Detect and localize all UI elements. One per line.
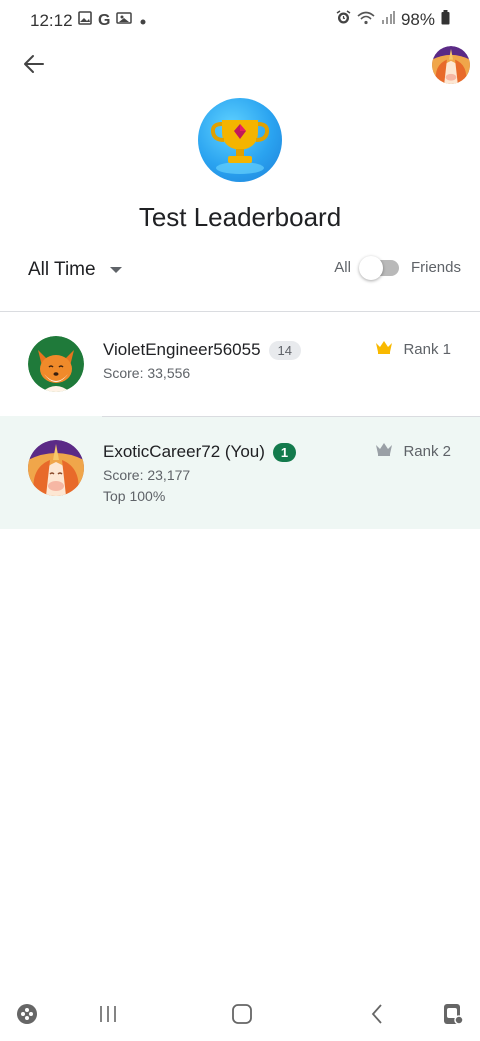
player-top-percent: Top 100% (103, 488, 166, 504)
crown-grey-icon (375, 442, 393, 461)
back-icon (370, 1003, 384, 1030)
friends-filter: All Friends (334, 255, 461, 280)
trophy-icon (198, 120, 282, 182)
player-name: VioletEngineer56055 (103, 340, 261, 359)
status-time: 12:12 (30, 11, 73, 30)
rank-label: Rank 2 (403, 443, 451, 460)
game-launcher-button[interactable] (12, 1001, 42, 1031)
gallery-icon (116, 11, 134, 30)
rank-label: Rank 1 (403, 341, 451, 358)
image-icon (78, 11, 92, 30)
signal-icon (381, 10, 395, 30)
toggle-label-friends: Friends (410, 259, 461, 276)
player-avatar (28, 440, 84, 496)
game-booster-icon (441, 1002, 465, 1031)
alarm-icon (336, 10, 351, 30)
player-name-line: VioletEngineer56055 14 (103, 340, 302, 360)
google-icon: G (98, 11, 111, 29)
page-title: Test Leaderboard (138, 202, 342, 232)
arrow-left-icon (23, 53, 45, 80)
unicorn-avatar-icon (28, 440, 84, 496)
player-avatar (28, 336, 84, 392)
player-level-badge: 14 (268, 340, 302, 360)
toggle-knob (358, 255, 383, 280)
toggle-label-all: All (334, 259, 351, 276)
unicorn-avatar-icon (432, 46, 470, 84)
back-button[interactable] (18, 50, 50, 82)
fox-avatar-icon (28, 336, 84, 392)
leaderboard-row-current-user[interactable]: ExoticCareer72 (You) 1 Score: 23,177 Top… (0, 416, 480, 529)
game-booster-button[interactable] (438, 1001, 468, 1031)
dot-icon (140, 12, 146, 30)
nav-back-button[interactable] (362, 1001, 392, 1031)
player-name: ExoticCareer72 (You) (103, 442, 265, 461)
player-rank: Rank 1 (375, 340, 451, 359)
system-nav-bar (0, 991, 480, 1041)
battery-percent: 98% (400, 10, 435, 29)
player-rank: Rank 2 (375, 442, 451, 461)
leaderboard-row[interactable]: VioletEngineer56055 14 Score: 33,556 Ran… (0, 312, 480, 416)
friends-toggle-switch[interactable] (358, 255, 399, 280)
notification-icons: G (78, 11, 146, 30)
status-bar: 12:12 G 98% (0, 0, 480, 40)
battery-icon (441, 10, 450, 30)
player-level-badge: 1 (272, 442, 297, 462)
player-score: Score: 33,556 (103, 365, 191, 381)
crown-gold-icon (375, 340, 393, 359)
home-button[interactable] (227, 1001, 257, 1031)
system-icons: 98% (336, 10, 450, 30)
row-divider (102, 416, 480, 417)
game-launcher-icon (15, 1002, 39, 1031)
recents-button[interactable] (93, 1001, 123, 1031)
wifi-icon (357, 10, 375, 30)
trophy-badge (198, 98, 282, 182)
player-name-line: ExoticCareer72 (You) 1 (103, 442, 297, 462)
recents-icon (97, 1005, 119, 1028)
dropdown-arrow-icon (109, 261, 122, 279)
profile-avatar-button[interactable] (432, 46, 470, 84)
time-range-value: All Time (28, 259, 96, 280)
time-range-dropdown[interactable]: All Time (28, 259, 122, 281)
player-score: Score: 23,177 (103, 467, 191, 483)
home-icon (231, 1003, 253, 1030)
